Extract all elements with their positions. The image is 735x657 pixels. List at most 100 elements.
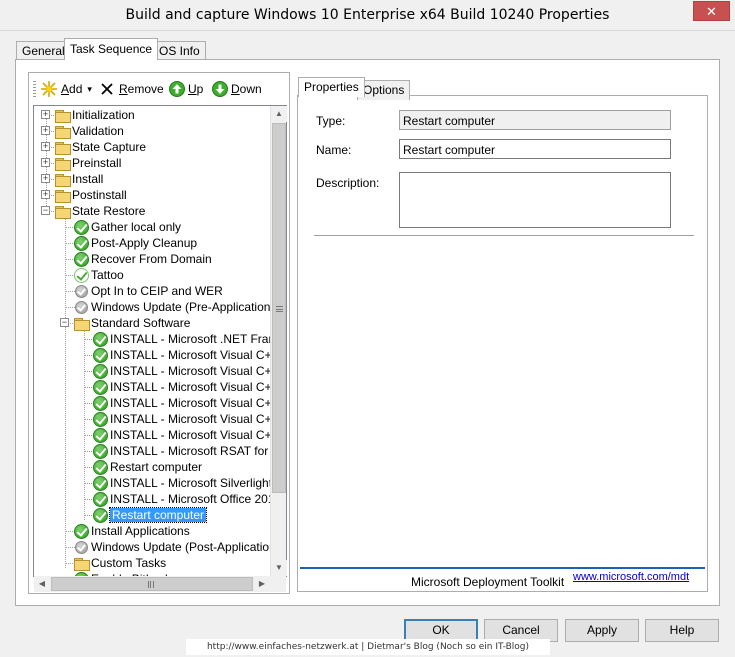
tree-item[interactable]: State Restore — [55, 203, 145, 219]
down-label-accel: D — [231, 82, 240, 96]
tree-item[interactable]: Install Applications — [74, 523, 190, 539]
tree-item[interactable]: Preinstall — [55, 155, 121, 171]
tree-guide — [65, 218, 66, 568]
check-icon — [93, 363, 108, 379]
collapse-icon[interactable]: − — [60, 318, 69, 327]
tree-item[interactable]: INSTALL - Microsoft Office 2013 I — [93, 491, 287, 507]
tree-item-label: Standard Software — [91, 316, 191, 330]
close-button[interactable]: ✕ — [693, 1, 730, 21]
tree-vertical-scrollbar[interactable]: ▲ ▼ — [270, 106, 287, 576]
tab-os-info[interactable]: OS Info — [153, 41, 206, 60]
tree-item-label: Gather local only — [91, 220, 182, 234]
tree-item[interactable]: Postinstall — [55, 187, 127, 203]
h-scroll-thumb[interactable] — [51, 577, 253, 591]
disabled-step-icon — [75, 284, 88, 298]
tree-item[interactable]: Recover From Domain — [74, 251, 212, 267]
tree-item-label: INSTALL - Microsoft Office 2013 I — [110, 492, 287, 506]
check-icon — [74, 523, 89, 539]
tab-task-sequence[interactable]: Task Sequence — [64, 38, 159, 60]
folder-icon — [55, 205, 71, 219]
tree-item[interactable]: Restart computer — [93, 507, 208, 523]
mdt-link[interactable]: www.microsoft.com/mdt — [573, 571, 689, 583]
tree-item[interactable]: Tattoo — [74, 267, 124, 283]
scroll-up-arrow[interactable]: ▲ — [271, 106, 287, 122]
tree-item[interactable]: INSTALL - Microsoft Silverlight 5.1 — [93, 475, 287, 491]
add-button[interactable]: Add ▾ — [40, 80, 92, 98]
folder-icon — [55, 173, 71, 187]
tree-item[interactable]: INSTALL - Microsoft .NET Framew — [93, 331, 286, 347]
scroll-thumb[interactable] — [272, 123, 286, 493]
check-icon — [74, 235, 89, 251]
help-button[interactable]: Help — [645, 619, 719, 642]
remove-x-icon — [101, 83, 113, 95]
tree-item-label: State Capture — [72, 140, 147, 154]
tree-item[interactable]: INSTALL - Microsoft Visual C++ 20 — [93, 379, 286, 395]
tree-item[interactable]: State Capture — [55, 139, 146, 155]
add-label-accel: A — [61, 82, 70, 96]
tree-item[interactable]: Custom Tasks — [74, 555, 166, 571]
tree-item[interactable]: Opt In to CEIP and WER — [74, 283, 223, 299]
tree-item[interactable]: INSTALL - Microsoft Visual C++ 20 — [93, 347, 286, 363]
expand-icon[interactable]: + — [41, 110, 50, 119]
add-star-icon — [41, 81, 57, 97]
tree-item[interactable]: Windows Update (Post-Application Ins — [74, 539, 287, 555]
toolbar-grip — [33, 81, 36, 97]
tab-options[interactable]: Options — [357, 80, 411, 100]
tree-item-label: Preinstall — [72, 156, 122, 170]
expand-icon[interactable]: + — [41, 126, 50, 135]
tree-item-label: Windows Update (Post-Application Ins — [91, 540, 287, 554]
tree-item[interactable]: Windows Update (Pre-Application Inst — [74, 299, 287, 315]
tree-item[interactable]: Install — [55, 171, 103, 187]
tree-item[interactable]: INSTALL - Microsoft Visual C++ 20 — [93, 395, 286, 411]
expand-icon[interactable]: + — [41, 142, 50, 151]
mdt-accent-bar — [300, 567, 705, 569]
check-icon — [74, 267, 89, 283]
remove-button[interactable]: Remove — [100, 80, 164, 98]
tab-properties[interactable]: Properties — [298, 77, 365, 97]
tree-item-label: INSTALL - Microsoft Visual C++ 20 — [110, 412, 287, 426]
tree-item-label: Restart computer — [110, 460, 203, 474]
check-icon — [93, 379, 108, 395]
expand-icon[interactable]: + — [41, 174, 50, 183]
tree-item[interactable]: INSTALL - Microsoft Visual C++ 20 — [93, 427, 286, 443]
check-icon — [93, 347, 108, 363]
tree-item-label: Validation — [72, 124, 124, 138]
scroll-down-arrow[interactable]: ▼ — [271, 560, 287, 576]
up-label-accel: U — [188, 82, 197, 96]
task-sequence-tree[interactable]: + Initialization + Validation + State Capture… — [33, 105, 287, 577]
scroll-right-arrow[interactable]: ▶ — [254, 576, 270, 592]
check-icon — [93, 459, 108, 475]
description-input[interactable] — [399, 172, 671, 228]
tab-general[interactable]: General — [16, 41, 71, 60]
up-button[interactable]: Up — [169, 80, 203, 98]
down-button[interactable]: Down — [212, 80, 262, 98]
thumb-grip — [276, 306, 283, 312]
tree-item[interactable]: INSTALL - Microsoft RSAT for Wi — [93, 443, 286, 459]
expand-icon[interactable]: + — [41, 190, 50, 199]
tree-item-label: INSTALL - Microsoft Silverlight 5.1 — [110, 476, 287, 490]
tree-item[interactable]: INSTALL - Microsoft Visual C++ 20 — [93, 411, 287, 427]
tree-item[interactable]: Initialization — [55, 107, 135, 123]
collapse-icon[interactable]: − — [41, 206, 50, 215]
title-bar: Build and capture Windows 10 Enterprise … — [0, 0, 735, 31]
apply-button[interactable]: Apply — [565, 619, 639, 642]
tree-item-label: Windows Update (Pre-Application Inst — [91, 300, 287, 314]
tree-item-label: Postinstall — [72, 188, 127, 202]
tree-item[interactable]: Standard Software — [74, 315, 190, 331]
tree-horizontal-scrollbar[interactable]: ◀ ▶ — [34, 576, 270, 592]
name-label: Name: — [316, 143, 352, 157]
scroll-left-arrow[interactable]: ◀ — [34, 576, 50, 592]
tree-item[interactable]: Gather local only — [74, 219, 181, 235]
properties-pane — [297, 95, 708, 592]
window-title: Build and capture Windows 10 Enterprise … — [125, 7, 610, 23]
tree-item[interactable]: Validation — [55, 123, 124, 139]
tree-item-label: Recover From Domain — [91, 252, 212, 266]
name-input[interactable]: Restart computer — [399, 139, 671, 159]
tree-item[interactable]: INSTALL - Microsoft Visual C++ 20 — [93, 363, 286, 379]
tree-item[interactable]: Restart computer — [93, 459, 202, 475]
type-label: Type: — [316, 114, 346, 128]
expand-icon[interactable]: + — [41, 158, 50, 167]
folder-icon — [55, 109, 71, 123]
tree-item[interactable]: Post-Apply Cleanup — [74, 235, 197, 251]
add-dropdown-icon: ▾ — [87, 83, 92, 94]
